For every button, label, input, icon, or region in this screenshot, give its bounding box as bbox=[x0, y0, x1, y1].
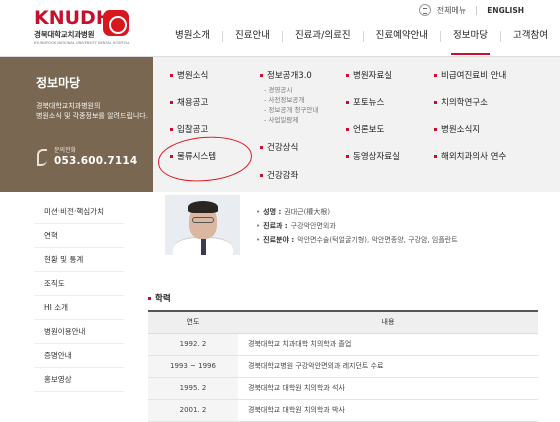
menu-link-video-archive[interactable]: 동영상자료실 bbox=[346, 150, 400, 162]
sub-link-pre-disclosure[interactable]: 사전정보공개 bbox=[264, 95, 318, 105]
table-row: 1993 ~ 1996 경북대학교병원 구강악안면외과 레지던트 수료 bbox=[148, 355, 538, 378]
contact-number: 053.600.7114 bbox=[54, 155, 138, 167]
doctor-photo bbox=[165, 195, 240, 255]
menu-link-archive[interactable]: 병원자료실 bbox=[346, 69, 392, 81]
field-label: 진료분야 : bbox=[263, 236, 295, 244]
gnb-item-participation[interactable]: 고객참여 bbox=[501, 29, 560, 43]
gnb-item-about[interactable]: 병원소개 bbox=[163, 29, 222, 43]
menu-link-recruitment[interactable]: 채용공고 bbox=[170, 96, 208, 108]
row-year: 1995. 2 bbox=[148, 377, 238, 400]
info-disclosure-sublist: 경영공시 사전정보공개 정보공개 청구안내 사업일람제 bbox=[264, 85, 318, 125]
sub-link-business-list[interactable]: 사업일람제 bbox=[264, 115, 318, 125]
column-header-content: 내용 bbox=[238, 310, 538, 334]
doctor-field-row: 진료분야 : 악안면수술(턱얼굴기형), 악안면종양, 구강암, 임플란트 bbox=[256, 233, 458, 247]
gnb-item-reservation[interactable]: 진료예약안내 bbox=[364, 29, 440, 43]
table-row: 1992. 2 경북대학교 치과대학 치의학과 졸업 bbox=[148, 333, 538, 356]
lnb-item-promo-video[interactable]: 홍보영상 bbox=[34, 368, 124, 392]
english-link[interactable]: ENGLISH bbox=[487, 6, 524, 15]
table-row: 1995. 2 경북대학교 대학원 치의학과 석사 bbox=[148, 377, 538, 400]
mega-menu-description-2: 병원소식 및 각종정보를 알려드립니다. bbox=[36, 112, 148, 120]
row-year: 2001. 2 bbox=[148, 399, 238, 422]
gnb-item-information[interactable]: 정보마당 bbox=[441, 29, 500, 55]
row-year: 1992. 2 bbox=[148, 333, 238, 356]
table-header-row: 연도 내용 bbox=[148, 310, 538, 334]
dept-label: 진료과 : bbox=[263, 222, 288, 230]
lnb-item-mission[interactable]: 미션·비전·핵심가치 bbox=[34, 200, 124, 224]
menu-link-bid-notice[interactable]: 입찰공고 bbox=[170, 123, 208, 135]
menu-link-overseas-training[interactable]: 해외치과의사 연수 bbox=[434, 150, 506, 162]
menu-link-info-disclosure[interactable]: 정보공개3.0 bbox=[260, 69, 312, 81]
all-menu-link[interactable]: 전체메뉴 bbox=[437, 5, 466, 16]
menu-link-newsletter[interactable]: 병원소식지 bbox=[434, 123, 480, 135]
contact-phone: 문의전화 053.600.7114 bbox=[36, 145, 137, 167]
sub-link-request-guide[interactable]: 정보공개 청구안내 bbox=[264, 105, 318, 115]
contact-label: 문의전화 bbox=[54, 147, 77, 154]
mega-menu-title: 정보마당 bbox=[36, 76, 81, 90]
field-value: 악안면수술(턱얼굴기형), 악안면종양, 구강암, 임플란트 bbox=[297, 236, 458, 244]
menu-link-research-institute[interactable]: 치의학연구소 bbox=[434, 96, 488, 108]
hospital-emblem-icon bbox=[103, 10, 129, 36]
menu-link-health-lectures[interactable]: 건강강좌 bbox=[260, 169, 298, 181]
menu-link-photo-news[interactable]: 포토뉴스 bbox=[346, 96, 384, 108]
gnb-item-guide[interactable]: 진료안내 bbox=[223, 29, 282, 43]
menu-link-health-tips[interactable]: 건강상식 bbox=[260, 141, 298, 153]
row-year: 1993 ~ 1996 bbox=[148, 355, 238, 378]
lnb-item-statistics[interactable]: 현황 및 통계 bbox=[34, 248, 124, 272]
doctor-dept-row: 진료과 : 구강악안면외과 bbox=[256, 219, 458, 233]
lnb-item-certificates[interactable]: 증명안내 bbox=[34, 344, 124, 368]
phone-icon bbox=[36, 148, 48, 166]
utility-menu: 전체메뉴 ENGLISH bbox=[418, 4, 524, 16]
mega-menu-intro: 정보마당 경북대학교치과병원의 병원소식 및 각종정보를 알려드립니다. 문의전… bbox=[0, 57, 153, 193]
menu-link-non-covered-fees[interactable]: 비급여진료비 안내 bbox=[434, 69, 506, 81]
menu-link-hospital-news[interactable]: 병원소식 bbox=[170, 69, 208, 81]
education-heading: 학력 bbox=[148, 292, 171, 304]
row-content: 경북대학교 대학원 치의학과 박사 bbox=[238, 399, 538, 422]
doctor-info: 성명 : 권대근(權大根) 진료과 : 구강악안면외과 진료분야 : 악안면수술… bbox=[256, 205, 458, 247]
name-value: 권대근(權大根) bbox=[284, 208, 331, 216]
site-header: KNUDH 경북대학교치과병원 KYUNGPOOK NATIONAL UNIVE… bbox=[0, 0, 560, 56]
mega-menu-description-1: 경북대학교치과병원의 bbox=[36, 102, 101, 110]
lnb-item-history[interactable]: 연혁 bbox=[34, 224, 124, 248]
name-label: 성명 : bbox=[263, 208, 282, 216]
education-table: 연도 내용 1992. 2 경북대학교 치과대학 치의학과 졸업 1993 ~ … bbox=[148, 310, 538, 422]
lnb-item-hi[interactable]: HI 소개 bbox=[34, 296, 124, 320]
sub-link-management[interactable]: 경영공시 bbox=[264, 85, 318, 95]
row-content: 경북대학교 치과대학 치의학과 졸업 bbox=[238, 333, 538, 356]
row-content: 경북대학교 대학원 치의학과 석사 bbox=[238, 377, 538, 400]
doctor-name-row: 성명 : 권대근(權大根) bbox=[256, 205, 458, 219]
left-navigation: 미션·비전·핵심가치 연혁 현황 및 통계 조직도 HI 소개 병원이용안내 증… bbox=[34, 200, 124, 392]
dept-value: 구강악안면외과 bbox=[290, 222, 336, 230]
menu-link-press[interactable]: 언론보도 bbox=[346, 123, 384, 135]
column-header-year: 연도 bbox=[148, 310, 238, 334]
mega-menu: 정보마당 경북대학교치과병원의 병원소식 및 각종정보를 알려드립니다. 문의전… bbox=[0, 56, 560, 193]
gnb-item-departments[interactable]: 진료과/의료진 bbox=[283, 29, 363, 43]
logo-tagline: KYUNGPOOK NATIONAL UNIVERSITY DENTAL HOS… bbox=[34, 41, 130, 45]
utility-divider bbox=[476, 5, 478, 15]
main-navigation: 병원소개 진료안내 진료과/의료진 진료예약안내 정보마당 고객참여 bbox=[163, 29, 560, 55]
table-row: 2001. 2 경북대학교 대학원 치의학과 박사 bbox=[148, 399, 538, 422]
menu-icon[interactable] bbox=[418, 4, 431, 16]
row-content: 경북대학교병원 구강악안면외과 레지던트 수료 bbox=[238, 355, 538, 378]
lnb-item-organization[interactable]: 조직도 bbox=[34, 272, 124, 296]
lnb-item-usage-guide[interactable]: 병원이용안내 bbox=[34, 320, 124, 344]
